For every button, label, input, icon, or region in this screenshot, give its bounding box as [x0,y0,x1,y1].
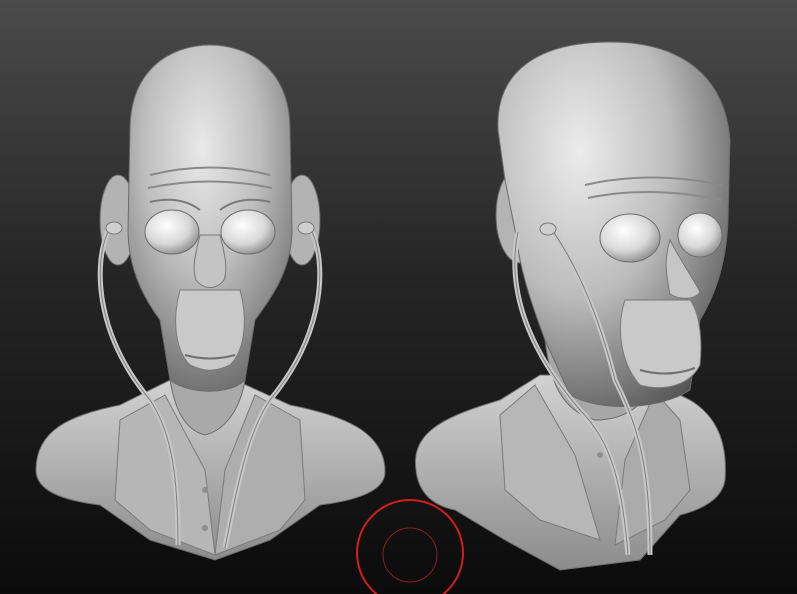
sculpt-viewport[interactable] [0,0,797,594]
